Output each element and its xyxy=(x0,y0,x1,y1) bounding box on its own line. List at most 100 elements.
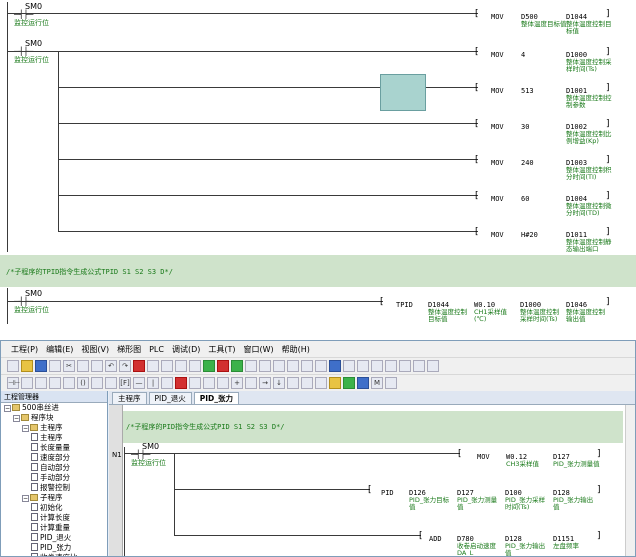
contact-sm0[interactable]: SM0 ─┤├─ 监控运行位 xyxy=(14,3,49,28)
tree-item[interactable]: 速度部分 xyxy=(1,453,107,463)
ladder-editor[interactable]: /*子程序的PID指令生成公式PID S1 S2 S3 D*/ N1 SM0 ─… xyxy=(109,405,635,556)
tree-item[interactable]: − 主程序 xyxy=(1,423,107,433)
box-icon[interactable]: [F] xyxy=(119,377,131,389)
info-icon[interactable] xyxy=(315,360,327,372)
zoom-icon[interactable] xyxy=(371,360,383,372)
add-icon[interactable]: + xyxy=(231,377,243,389)
panel-icon[interactable] xyxy=(413,360,425,372)
collapse-icon[interactable]: − xyxy=(22,495,29,502)
download-icon[interactable] xyxy=(245,360,257,372)
tool-icon[interactable] xyxy=(385,377,397,389)
collapse-icon[interactable]: − xyxy=(22,425,29,432)
tree-item[interactable]: − 500串丝进 xyxy=(1,403,107,413)
compare-icon[interactable] xyxy=(273,360,285,372)
cut-icon[interactable]: ✂ xyxy=(63,360,75,372)
menu-help[interactable]: 帮助(H) xyxy=(282,344,310,355)
menu-plc[interactable]: PLC xyxy=(149,345,164,354)
invert-icon[interactable] xyxy=(161,377,173,389)
network-icon[interactable] xyxy=(385,360,397,372)
print-preview-icon[interactable] xyxy=(175,360,187,372)
tool-icon[interactable] xyxy=(287,377,299,389)
tree-item[interactable]: 主程序 xyxy=(1,433,107,443)
tree-item[interactable]: 收卷速度比 xyxy=(1,553,107,556)
tree-item[interactable]: PID_退火 xyxy=(1,533,107,543)
new-file-icon[interactable] xyxy=(7,360,19,372)
tool-icon[interactable] xyxy=(357,377,369,389)
tab-pid-anneal[interactable]: PID_退火 xyxy=(148,392,192,404)
branch-icon[interactable] xyxy=(189,377,201,389)
save-all-icon[interactable] xyxy=(49,360,61,372)
tool-icon[interactable] xyxy=(301,377,313,389)
vline-icon[interactable]: | xyxy=(147,377,159,389)
set-coil-icon[interactable] xyxy=(91,377,103,389)
window-icon[interactable] xyxy=(189,360,201,372)
menu-tools[interactable]: 工具(T) xyxy=(208,344,235,355)
filter-icon[interactable] xyxy=(343,360,355,372)
menu-debug[interactable]: 调试(D) xyxy=(172,344,200,355)
tool-icon[interactable] xyxy=(343,377,355,389)
layout-icon[interactable] xyxy=(399,360,411,372)
contact-sm0[interactable]: SM0 ─┤├─ 监控运行位 xyxy=(14,290,49,315)
arrow-down-icon[interactable]: ↓ xyxy=(273,377,285,389)
monitor-icon[interactable] xyxy=(231,360,243,372)
delete-icon[interactable] xyxy=(133,360,145,372)
no-contact-icon[interactable]: ⊣⊢ xyxy=(7,377,20,389)
copy-icon[interactable] xyxy=(77,360,89,372)
editor-cursor-selection[interactable] xyxy=(380,74,426,111)
open-folder-icon[interactable] xyxy=(21,360,33,372)
tree-item[interactable]: − 子程序 xyxy=(1,493,107,503)
falling-contact-icon[interactable] xyxy=(49,377,61,389)
settings-icon[interactable] xyxy=(301,360,313,372)
rising-contact-icon[interactable] xyxy=(35,377,47,389)
collapse-icon[interactable]: − xyxy=(4,405,11,412)
tab-pid-tension[interactable]: PID_张力 xyxy=(193,392,240,404)
check-icon[interactable] xyxy=(329,360,341,372)
insert-row-icon[interactable] xyxy=(203,377,215,389)
tree-item[interactable]: 计算重量 xyxy=(1,523,107,533)
find-icon[interactable] xyxy=(147,360,159,372)
grid-icon[interactable] xyxy=(357,360,369,372)
menu-window[interactable]: 窗口(W) xyxy=(244,344,274,355)
tree-item[interactable]: − 程序块 xyxy=(1,413,107,423)
undo-icon[interactable]: ↶ xyxy=(105,360,117,372)
menu-ladder[interactable]: 梯形图 xyxy=(117,344,141,355)
menu-view[interactable]: 视图(V) xyxy=(81,344,109,355)
tool-icon[interactable]: M xyxy=(371,377,383,389)
tool-icon[interactable] xyxy=(329,377,341,389)
function-icon[interactable] xyxy=(105,377,117,389)
move-icon[interactable] xyxy=(245,377,257,389)
paste-icon[interactable] xyxy=(91,360,103,372)
tree-item[interactable]: 手动部分 xyxy=(1,473,107,483)
tree-item[interactable]: 计算长度 xyxy=(1,513,107,523)
collapse-icon[interactable]: − xyxy=(13,415,20,422)
tool-icon[interactable] xyxy=(315,377,327,389)
help-icon[interactable] xyxy=(427,360,439,372)
run-icon[interactable] xyxy=(203,360,215,372)
tree-item[interactable]: 报警控制 xyxy=(1,483,107,493)
tree-item[interactable]: 长度量量 xyxy=(1,443,107,453)
tab-main-program[interactable]: 主程序 xyxy=(112,392,147,404)
save-icon[interactable] xyxy=(35,360,47,372)
menu-project[interactable]: 工程(P) xyxy=(11,344,38,355)
compile-icon[interactable] xyxy=(287,360,299,372)
tree-item[interactable]: 初始化 xyxy=(1,503,107,513)
branch-wire xyxy=(58,231,478,232)
arrow-right-icon[interactable]: → xyxy=(259,377,271,389)
tree-item[interactable]: 自动部分 xyxy=(1,463,107,473)
special-contact-icon[interactable] xyxy=(63,377,75,389)
redo-icon[interactable]: ↷ xyxy=(119,360,131,372)
contact-sm0[interactable]: SM0 ─┤├─ 监控运行位 xyxy=(14,40,49,65)
menu-edit[interactable]: 编辑(E) xyxy=(46,344,73,355)
upload-icon[interactable] xyxy=(259,360,271,372)
coil-icon[interactable]: () xyxy=(77,377,89,389)
pid-operand: D126 PID_张力目标值 xyxy=(409,489,450,511)
editor-vertical-scrollbar[interactable] xyxy=(625,405,635,556)
tree-item[interactable]: PID_张力 xyxy=(1,543,107,553)
contact-sm0[interactable]: SM0 ─┤├─ 监控运行位 xyxy=(131,443,166,468)
nc-contact-icon[interactable] xyxy=(21,377,33,389)
hline-icon[interactable]: — xyxy=(133,377,145,389)
stop-icon[interactable] xyxy=(217,360,229,372)
print-icon[interactable] xyxy=(161,360,173,372)
insert-col-icon[interactable] xyxy=(217,377,229,389)
delete-line-icon[interactable] xyxy=(175,377,187,389)
